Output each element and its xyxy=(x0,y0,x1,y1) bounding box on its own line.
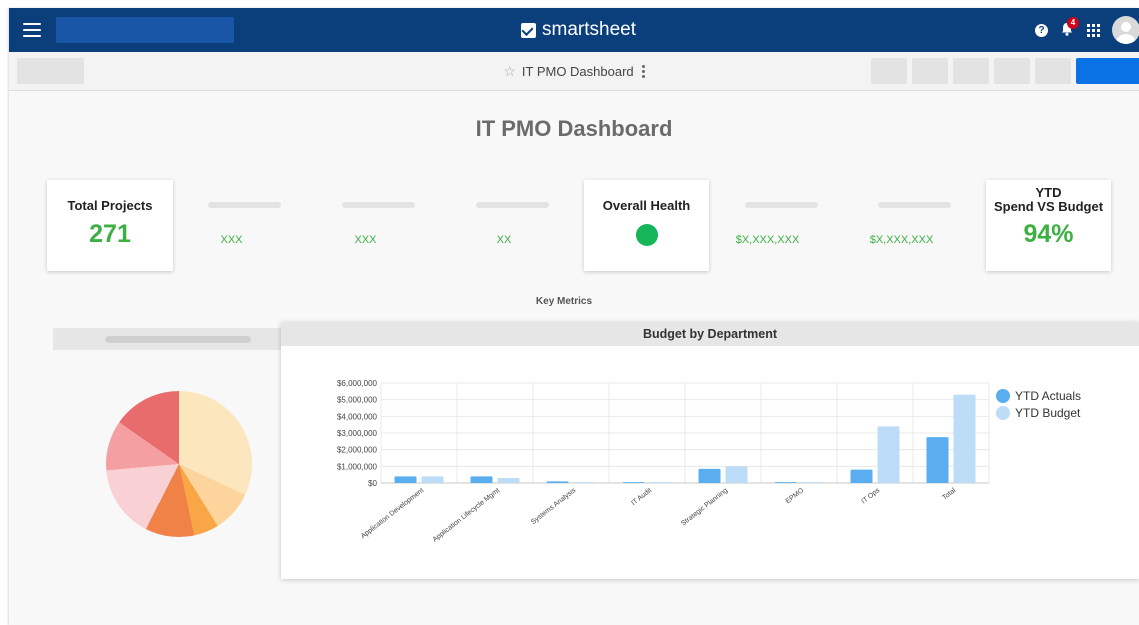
toolbar-button-2[interactable] xyxy=(912,58,948,84)
bar xyxy=(926,437,949,483)
health-status-dot xyxy=(635,224,658,246)
toolbar-button-1[interactable] xyxy=(871,58,907,84)
ytd-spend-label-2: Spend VS Budget xyxy=(993,199,1104,214)
ytd-spend-value: 94% xyxy=(1023,220,1074,248)
x-tick-label: Systems Analysis xyxy=(530,487,578,526)
y-tick-label: $1,000,000 xyxy=(337,462,378,471)
x-tick-label: Application Lifecycle Mgmt xyxy=(432,487,502,544)
y-tick-label: $5,000,000 xyxy=(337,396,378,405)
metric-value: XXX xyxy=(354,234,377,246)
legend-label: YTD Budget xyxy=(1015,406,1081,420)
bar xyxy=(698,468,721,483)
brand: smartsheet xyxy=(521,18,636,42)
bar xyxy=(622,482,645,483)
metric-value: $X,XXX,XXX xyxy=(735,234,800,246)
sheet-title: IT PMO Dashboard xyxy=(521,63,634,79)
share-button[interactable] xyxy=(1076,58,1139,84)
overall-health-card: Overall Health xyxy=(584,180,709,271)
metric-placeholder-bar xyxy=(745,202,818,208)
bar xyxy=(649,482,672,483)
x-tick-label: Total xyxy=(941,487,957,502)
bar xyxy=(394,476,417,483)
app-window: smartsheet ? 4 ☆ IT PMO Dashboard IT PMO… xyxy=(9,8,1139,625)
y-tick-label: $3,000,000 xyxy=(337,429,378,438)
overall-health-label: Overall Health xyxy=(602,198,691,213)
metric-placeholder-bar xyxy=(208,202,281,208)
budget-chart-panel: Budget by Department $0 $1,000,000 $2,000,… xyxy=(281,322,1139,579)
ytd-spend-card: YTD Spend VS Budget 94% xyxy=(986,180,1111,271)
brand-name: smartsheet xyxy=(542,19,636,40)
metric-value: XX xyxy=(496,234,512,246)
total-projects-label: Total Projects xyxy=(67,198,153,213)
x-tick-label: IT Audit xyxy=(630,487,653,507)
ytd-spend-label-1: YTD xyxy=(1035,185,1062,200)
x-tick-label: Strategic Planning xyxy=(680,487,729,528)
x-tick-label: EPMO xyxy=(785,487,806,506)
bar xyxy=(953,394,976,483)
bar xyxy=(421,476,444,483)
total-projects-value: 271 xyxy=(89,220,131,248)
legend-label: YTD Actuals xyxy=(1015,389,1081,403)
toolbar: ☆ IT PMO Dashboard xyxy=(9,52,1139,91)
toolbar-button-3[interactable] xyxy=(953,58,989,84)
y-tick-label: $2,000,000 xyxy=(337,446,378,455)
x-tick-label: Application Development xyxy=(360,487,425,540)
key-metrics-label: Key Metrics xyxy=(535,296,593,307)
help-icon[interactable]: ? xyxy=(1035,24,1048,37)
apps-grid-icon[interactable] xyxy=(1087,24,1100,37)
metric-value: XXX xyxy=(220,234,243,246)
metric-placeholder-bar xyxy=(878,202,951,208)
legend-swatch xyxy=(996,406,1010,420)
bar xyxy=(546,481,569,483)
smartsheet-logo-icon xyxy=(521,22,536,38)
bar xyxy=(497,478,520,483)
hamburger-menu-icon[interactable] xyxy=(23,23,41,37)
bar xyxy=(573,482,596,483)
legend-swatch xyxy=(996,389,1010,403)
x-tick-label: IT Ops xyxy=(860,487,881,506)
dashboard-title: IT PMO Dashboard xyxy=(475,116,673,141)
toolbar-button-4[interactable] xyxy=(994,58,1030,84)
chart-title: Budget by Department xyxy=(281,322,1139,346)
star-icon[interactable]: ☆ xyxy=(503,63,516,80)
total-projects-card: Total Projects 271 xyxy=(47,180,173,271)
avatar[interactable] xyxy=(1112,16,1139,44)
bar xyxy=(850,469,873,483)
y-tick-label: $0 xyxy=(368,479,377,488)
pie-chart xyxy=(106,391,252,537)
bar xyxy=(877,426,900,483)
notification-badge: 4 xyxy=(1067,17,1079,29)
header-placeholder-bar xyxy=(105,336,251,343)
bar xyxy=(801,482,824,483)
toolbar-button-5[interactable] xyxy=(1035,58,1071,84)
bar xyxy=(774,482,797,483)
bar xyxy=(470,476,493,483)
top-nav: smartsheet ? 4 xyxy=(9,8,1139,52)
budget-bar-chart: $0 $1,000,000 $2,000,000 $3,000,000 $4,000,0… xyxy=(337,379,1081,544)
pie-chart-header xyxy=(53,328,289,350)
metric-placeholder-bar xyxy=(476,202,549,208)
y-tick-label: $4,000,000 xyxy=(337,412,378,421)
metric-value: $X,XXX,XXX xyxy=(869,234,934,246)
bar xyxy=(725,466,748,483)
more-options-icon[interactable] xyxy=(641,64,645,78)
metric-placeholder-bar xyxy=(342,202,415,208)
y-tick-label: $6,000,000 xyxy=(337,379,378,388)
search-input[interactable] xyxy=(56,17,234,43)
